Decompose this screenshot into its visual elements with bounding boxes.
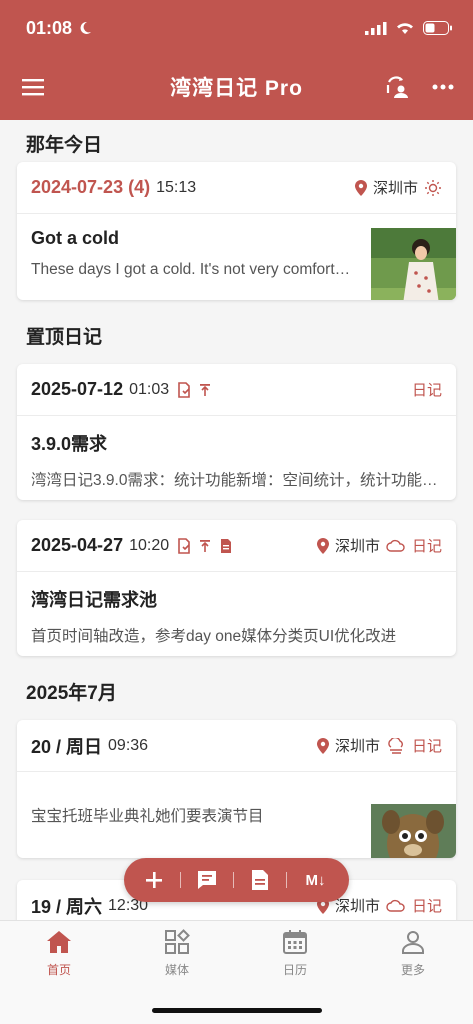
home-icon — [47, 931, 71, 953]
pin-icon — [200, 383, 211, 396]
diary-card[interactable]: 20 / 周日 09:36 深圳市 日记 宝宝托班毕业典礼她们要表演节目 — [17, 720, 456, 858]
entry-time: 15:13 — [156, 178, 197, 196]
status-time: 01:08 — [26, 17, 73, 38]
entry-date: 2025-04-27 — [31, 535, 124, 555]
entry-time: 01:03 — [129, 380, 170, 398]
entry-tag: 日记 — [411, 382, 442, 399]
entry-date: 2024-07-23 (4) — [31, 177, 151, 197]
tab-label: 更多 — [400, 963, 425, 977]
entry-location: 深圳市 — [334, 538, 380, 555]
tab-label: 媒体 — [164, 963, 189, 977]
nav-bar: 湾湾日记 Pro — [0, 64, 473, 110]
diary-timeline[interactable]: 那年今日 2024-07-23 (4) 15:13 深圳市 Got a cold… — [0, 120, 473, 920]
user-icon — [402, 931, 424, 954]
pin-icon — [200, 539, 211, 552]
sun-icon — [425, 179, 441, 196]
entry-title: Got a cold — [31, 228, 120, 248]
home-indicator — [152, 1008, 322, 1013]
add-document-button[interactable] — [245, 865, 275, 895]
entry-excerpt: These days I got a cold. It's not very c… — [31, 261, 358, 278]
entry-location: 深圳市 — [372, 180, 418, 197]
entry-location: 深圳市 — [334, 898, 380, 915]
tab-calendar[interactable]: 日历 — [255, 929, 335, 978]
entry-date: 20 / 周日 — [31, 736, 103, 757]
location-icon — [354, 179, 367, 196]
entry-photo[interactable] — [371, 804, 456, 858]
battery-icon — [423, 21, 452, 35]
moon-icon — [80, 21, 92, 34]
section-on-this-day: 那年今日 — [26, 135, 103, 156]
entry-tag: 日记 — [411, 538, 442, 555]
location-icon — [316, 537, 329, 554]
quick-add-bar: M↓ — [124, 858, 349, 902]
markdown-icon: M↓ — [305, 871, 326, 889]
tab-label: 日历 — [282, 963, 307, 977]
diary-card[interactable]: 2025-04-27 10:20 深圳市 日记 湾湾日记需求池 首页时间轴改造，… — [17, 520, 456, 656]
entry-photo[interactable] — [371, 228, 456, 300]
document-icon — [178, 537, 190, 554]
add-markdown-button[interactable]: M↓ — [297, 865, 333, 895]
more-icon[interactable] — [429, 73, 457, 101]
section-pinned: 置顶日记 — [26, 327, 103, 348]
entry-excerpt: 湾湾日记3.9.0需求：统计功能新增：空间统计，统计功能新增 — [31, 472, 442, 489]
chat-icon — [198, 871, 217, 889]
signal-icon — [365, 22, 387, 35]
document-icon — [251, 870, 268, 890]
app-header: 01:08 湾湾日记 Pro — [0, 0, 473, 120]
tab-media[interactable]: 媒体 — [137, 929, 217, 978]
tab-label: 首页 — [46, 963, 71, 977]
entry-title: 3.9.0需求 — [31, 434, 108, 454]
entry-excerpt: 宝宝托班毕业典礼她们要表演节目 — [31, 808, 264, 825]
add-note-button[interactable] — [192, 865, 222, 895]
entry-date: 19 / 周六 — [31, 896, 103, 917]
fog-icon — [388, 737, 403, 754]
sync-icon[interactable] — [383, 73, 411, 101]
note-icon — [221, 538, 232, 553]
diary-card[interactable]: 2024-07-23 (4) 15:13 深圳市 Got a cold Thes… — [17, 162, 456, 300]
grid-icon — [165, 929, 190, 954]
entry-date: 2025-07-12 — [31, 379, 124, 399]
entry-excerpt: 首页时间轴改造，参考day one媒体分类页UI优化改进 — [31, 628, 397, 645]
status-bar: 01:08 — [26, 16, 453, 40]
entry-tag: 日记 — [411, 738, 442, 755]
plus-icon — [146, 872, 163, 888]
entry-tag: 日记 — [411, 898, 442, 915]
document-icon — [178, 381, 190, 398]
diary-card[interactable]: 2025-07-12 01:03 日记 3.9.0需求 湾湾日记3.9.0需求：… — [17, 364, 456, 500]
location-icon — [316, 737, 329, 754]
calendar-icon — [283, 930, 307, 954]
add-entry-button[interactable] — [139, 865, 169, 895]
tab-home[interactable]: 首页 — [19, 929, 99, 978]
cloud-icon — [386, 899, 405, 912]
tab-more[interactable]: 更多 — [373, 929, 453, 978]
entry-location: 深圳市 — [334, 738, 380, 755]
entry-time: 10:20 — [129, 536, 170, 554]
wifi-icon — [397, 23, 413, 34]
cloud-icon — [386, 539, 405, 552]
entry-time: 09:36 — [108, 736, 149, 754]
entry-title: 湾湾日记需求池 — [31, 590, 157, 610]
section-month: 2025年7月 — [26, 683, 117, 704]
